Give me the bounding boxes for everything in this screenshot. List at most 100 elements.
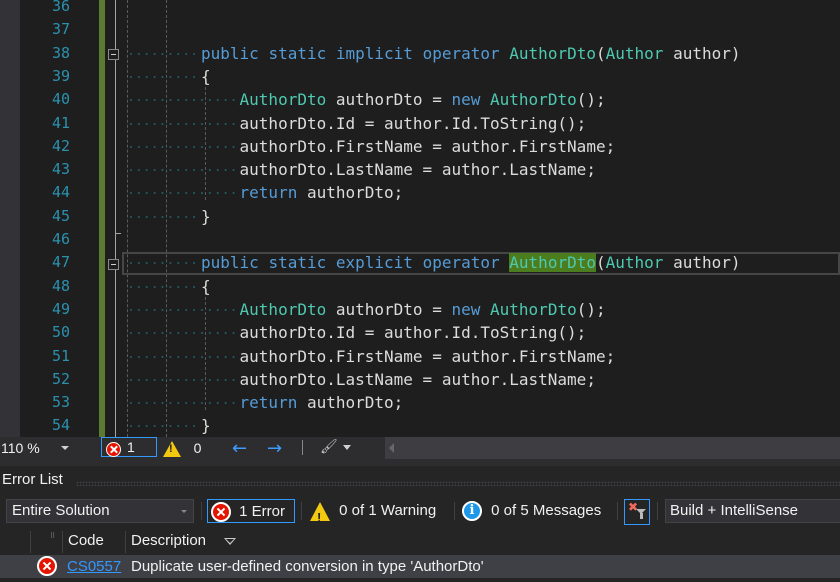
zoom-level-dropdown[interactable]: 110 % (0, 437, 73, 459)
code-text: return authorDto; (201, 181, 404, 204)
code-token: ( (595, 43, 606, 63)
code-editor[interactable]: 36 37 38 public static implicit operator Au… (0, 0, 840, 437)
column-separator[interactable] (125, 531, 126, 553)
code-text: AuthorDto authorDto = new AuthorDto(); (201, 298, 606, 321)
code-line[interactable]: 45} (0, 205, 840, 228)
pin-column-icon[interactable]: ⠿ (50, 532, 55, 540)
warnings-filter-label: 0 of 1 Warning (339, 502, 437, 519)
code-cleanup-brush-icon[interactable]: 🖌 (320, 439, 338, 455)
warning-count-indicator[interactable]: 0 (163, 438, 201, 457)
code-line[interactable]: 48 { (0, 275, 840, 298)
error-code-link[interactable]: CS0557 (67, 558, 121, 575)
column-separator[interactable] (62, 531, 63, 553)
editor-status-bar: 110 % 1 0 ← → 🖌 (0, 437, 840, 459)
scope-dropdown[interactable]: Entire Solution (6, 499, 194, 523)
horizontal-scrollbar[interactable] (385, 437, 840, 459)
code-text: } (201, 414, 211, 437)
error-row[interactable]: CS0557 Duplicate user-defined conversion… (0, 555, 840, 578)
code-line[interactable]: 36 (0, 0, 840, 18)
code-text: authorDto.LastName = author.LastName; (201, 368, 596, 391)
error-icon (211, 502, 231, 523)
error-count-indicator[interactable]: 1 (101, 437, 157, 457)
navigate-backward-icon[interactable]: ← (232, 438, 247, 459)
error-list-panel: Error List Entire Solution 1 Error 0 of … (0, 459, 840, 582)
code-token: } (201, 206, 211, 226)
code-line[interactable]: 54} (0, 414, 840, 437)
code-token: { (201, 276, 211, 296)
code-token: } (201, 416, 211, 436)
code-line[interactable]: 42 authorDto.FirstName = author.FirstNam… (0, 135, 840, 158)
code-token: authorDto.LastName = author.LastName; (201, 160, 596, 180)
code-line[interactable]: 37 (0, 18, 840, 41)
code-line[interactable]: 49 AuthorDto authorDto = new AuthorDto()… (0, 298, 840, 321)
chevron-down-icon (61, 446, 69, 450)
line-number: 36 (51, 0, 70, 15)
clear-filter-button[interactable]: ✖ (624, 499, 650, 525)
code-line[interactable]: 39 { (0, 65, 840, 88)
code-line[interactable]: 38 public static implicit operator Author… (0, 42, 840, 65)
code-token: public (201, 43, 259, 63)
code-token: authorDto; (297, 183, 404, 203)
warnings-filter-toggle[interactable]: 0 of 1 Warning (308, 499, 437, 530)
code-token: operator (422, 253, 500, 273)
navigate-forward-icon[interactable]: → (267, 438, 282, 459)
code-line[interactable]: 41 authorDto.Id = author.Id.ToString(); (0, 112, 840, 135)
info-icon: i (462, 501, 482, 522)
code-text: authorDto.Id = author.Id.ToString(); (201, 112, 587, 135)
line-number: 41 (51, 113, 70, 132)
code-token: (); (576, 299, 606, 319)
chevron-down-icon (181, 510, 187, 513)
scope-value: Entire Solution (12, 502, 110, 519)
line-number: 38 (51, 43, 70, 62)
code-token: authorDto.FirstName = author.FirstName; (201, 136, 616, 156)
column-header-description[interactable]: Description (131, 532, 206, 549)
code-line[interactable]: 44 return authorDto; (0, 181, 840, 204)
code-token: return (201, 393, 298, 413)
errors-filter-toggle[interactable]: 1 Error (207, 499, 295, 523)
code-token: (); (576, 90, 606, 110)
sort-descending-icon[interactable] (224, 538, 236, 545)
whitespace-marker (127, 425, 199, 428)
column-header-code[interactable]: Code (68, 532, 104, 549)
line-number: 54 (51, 416, 70, 435)
panel-drag-grip[interactable] (76, 481, 840, 486)
line-number: 52 (51, 369, 70, 388)
panel-splitter[interactable] (0, 459, 840, 466)
code-cleanup-dropdown-icon[interactable] (343, 445, 351, 450)
code-token: new (451, 90, 481, 110)
code-text: public static implicit operator AuthorDt… (201, 42, 741, 65)
code-token: Author (605, 43, 664, 63)
code-token: AuthorDto (201, 299, 327, 319)
code-token: Author (605, 253, 664, 273)
scroll-left-icon[interactable] (389, 443, 394, 453)
line-number: 46 (51, 230, 70, 248)
toolbar-separator (454, 502, 455, 520)
line-number: 49 (51, 299, 70, 318)
code-text: { (201, 65, 211, 88)
messages-filter-toggle[interactable]: i 0 of 5 Messages (461, 499, 601, 523)
warning-icon (163, 440, 181, 457)
code-line[interactable]: 43 authorDto.LastName = author.LastName; (0, 158, 840, 181)
error-description: Duplicate user-defined conversion in typ… (131, 558, 484, 575)
code-text: authorDto.LastName = author.LastName; (201, 158, 596, 181)
code-line[interactable]: 50 authorDto.Id = author.Id.ToString(); (0, 321, 840, 344)
code-line[interactable]: 51 authorDto.FirstName = author.FirstNam… (0, 345, 840, 368)
code-line[interactable]: 40 AuthorDto authorDto = new AuthorDto()… (0, 88, 840, 111)
code-line[interactable]: 53 return authorDto; (0, 391, 840, 414)
build-source-dropdown[interactable]: Build + IntelliSense (665, 499, 840, 523)
code-token: authorDto.Id = author.Id.ToString(); (201, 323, 587, 343)
column-separator[interactable] (30, 531, 31, 553)
code-line[interactable]: 52 authorDto.LastName = author.LastName; (0, 368, 840, 391)
zoom-level-value: 110 % (1, 440, 40, 456)
code-token: authorDto = (326, 299, 452, 319)
code-token: authorDto; (297, 393, 404, 413)
code-line[interactable]: 46 (0, 228, 840, 251)
code-line[interactable]: 47 public static explicit operator Author… (0, 251, 840, 274)
code-text: } (201, 205, 211, 228)
